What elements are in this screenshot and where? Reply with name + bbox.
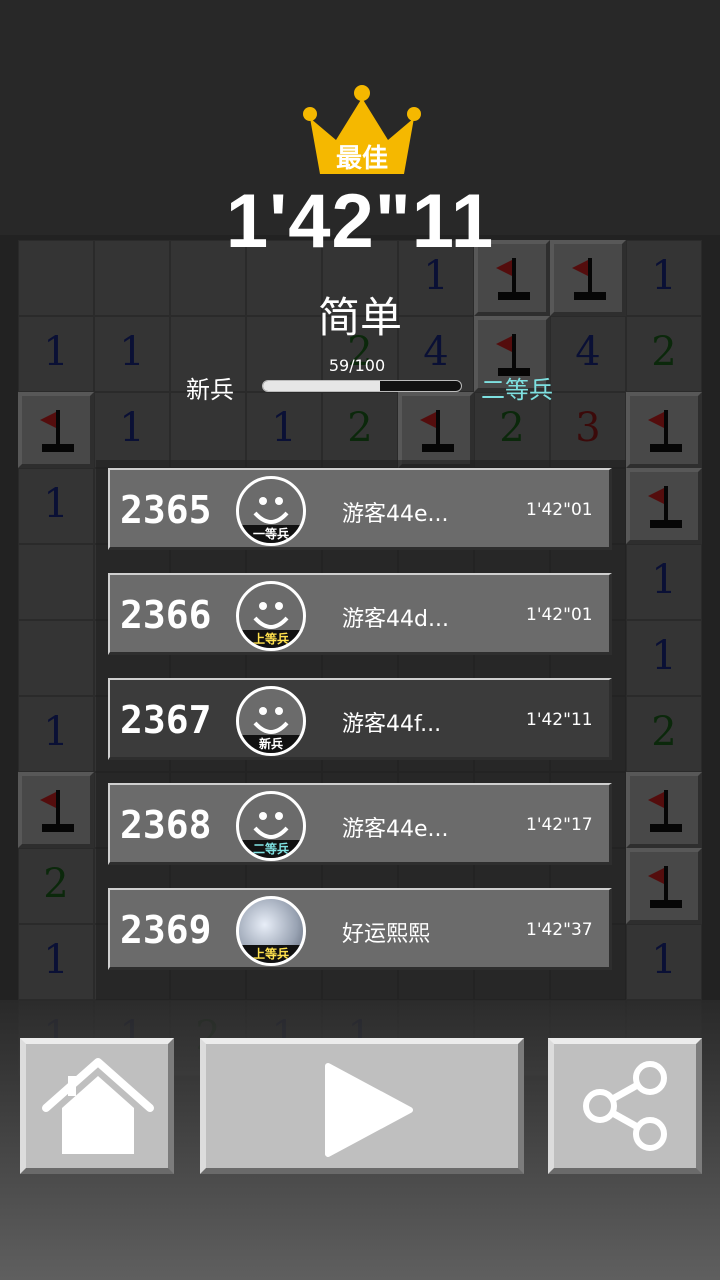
rank-progress-bar	[262, 380, 462, 392]
home-button[interactable]	[20, 1038, 174, 1174]
best-time: 1'42"11	[225, 179, 495, 264]
leaderboard-row: 2369 上等兵 好运熙熙 1'42"37	[108, 888, 612, 970]
avatar: 一等兵	[236, 476, 306, 546]
share-icon	[583, 1061, 667, 1151]
progress-text: 59/100	[328, 356, 386, 375]
rank-next: 二等兵	[481, 376, 553, 404]
play-icon	[325, 1063, 413, 1157]
leaderboard-row: 2368 二等兵 游客44e... 1'42"17	[108, 783, 612, 865]
player-name: 游客44d...	[342, 607, 449, 632]
avatar: 新兵	[236, 686, 306, 756]
rank-badge: 一等兵	[239, 525, 303, 543]
player-name: 好运熙熙	[342, 922, 431, 947]
player-name: 游客44f...	[342, 712, 442, 737]
rank-number: 2366	[120, 593, 212, 637]
leaderboard: 2365 一等兵 游客44e... 1'42"01 2366 上等兵 游客44d…	[96, 460, 626, 1000]
rank-badge: 新兵	[239, 735, 303, 753]
avatar: 上等兵	[236, 581, 306, 651]
rank-current: 新兵	[186, 376, 234, 404]
player-name: 游客44e...	[342, 817, 449, 842]
rank-badge: 上等兵	[239, 945, 303, 963]
rank-progress-fill	[263, 381, 380, 391]
player-time: 1'42"01	[526, 500, 593, 520]
player-time: 1'42"11	[526, 710, 593, 730]
avatar: 二等兵	[236, 791, 306, 861]
leaderboard-row-current-player: 2367 新兵 游客44f... 1'42"11	[108, 678, 612, 760]
play-button[interactable]	[200, 1038, 524, 1174]
player-time: 1'42"37	[526, 920, 593, 940]
rank-badge: 上等兵	[239, 630, 303, 648]
leaderboard-row: 2365 一等兵 游客44e... 1'42"01	[108, 468, 612, 550]
player-time: 1'42"17	[526, 815, 593, 835]
rank-badge: 二等兵	[239, 840, 303, 858]
rank-number: 2367	[120, 698, 212, 742]
rank-number: 2368	[120, 803, 212, 847]
best-label: 最佳	[335, 144, 388, 174]
difficulty-label: 简单	[317, 293, 402, 342]
player-name: 游客44e...	[342, 502, 449, 527]
photo-avatar: 上等兵	[236, 896, 306, 966]
home-icon	[42, 1058, 154, 1154]
leaderboard-row: 2366 上等兵 游客44d... 1'42"01	[108, 573, 612, 655]
player-time: 1'42"01	[526, 605, 593, 625]
share-button[interactable]	[548, 1038, 702, 1174]
rank-number: 2365	[120, 488, 212, 532]
rank-number: 2369	[120, 908, 212, 952]
